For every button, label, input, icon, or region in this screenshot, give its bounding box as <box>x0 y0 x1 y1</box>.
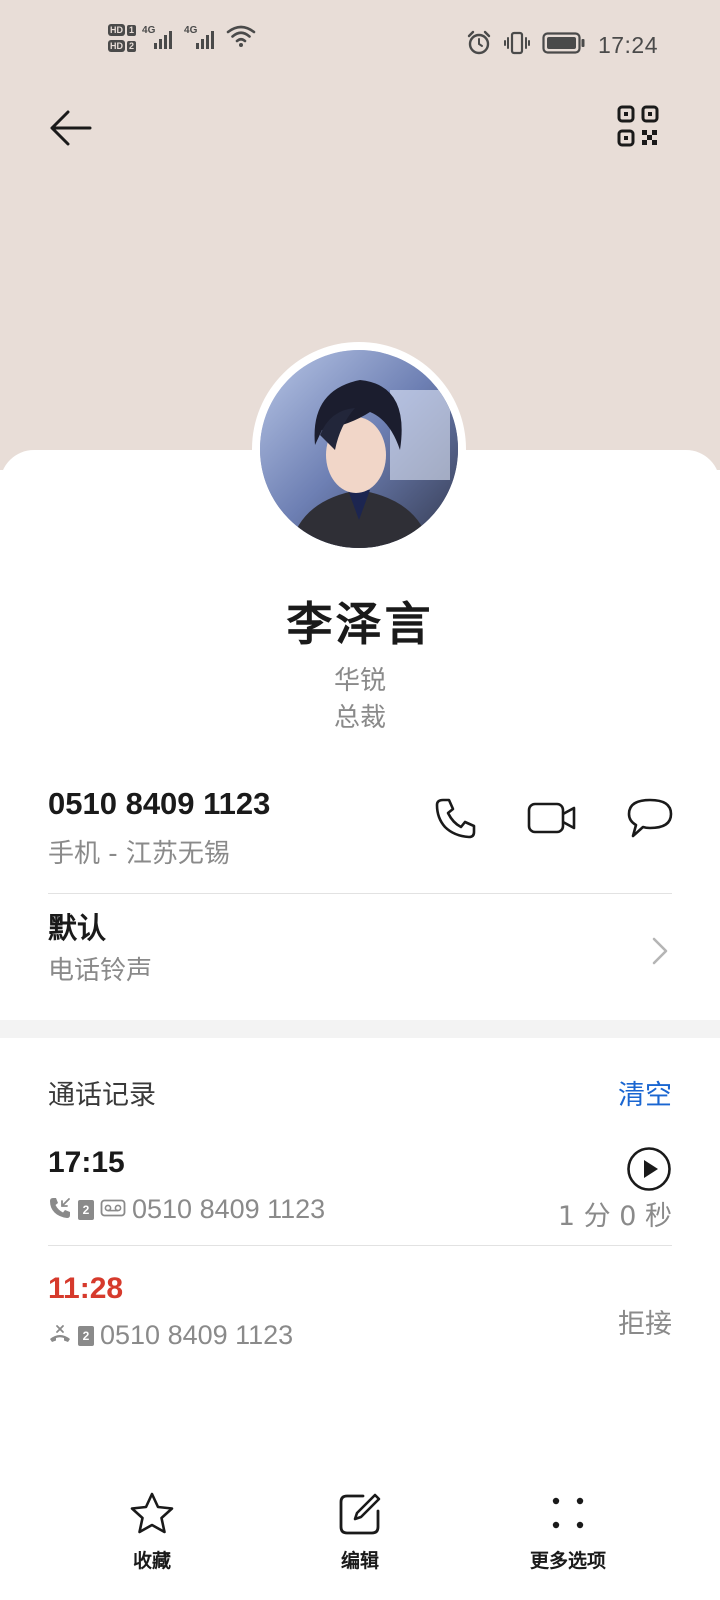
play-recording-button[interactable] <box>626 1146 672 1192</box>
incoming-call-icon <box>48 1196 72 1224</box>
divider <box>48 893 672 894</box>
video-call-button[interactable] <box>527 796 577 844</box>
sim-card-badge: 2 <box>78 1325 94 1346</box>
call-time: 11:28 <box>48 1272 124 1305</box>
status-bar: HD 1 HD 2 4G 4G 17:24 <box>0 0 720 90</box>
vibrate-icon <box>503 30 530 60</box>
star-icon <box>128 1490 176 1538</box>
call-log-item[interactable]: 11:28 2 0510 8409 1123 拒接 <box>48 1272 672 1372</box>
contact-company: 华锐 <box>333 666 386 696</box>
video-call-icon <box>527 800 577 840</box>
avatar-image <box>260 350 458 548</box>
call-button[interactable] <box>432 796 480 844</box>
call-duration: 1 分 0 秒 <box>557 1201 672 1232</box>
chevron-right-icon <box>648 931 672 971</box>
signal-strength-icon: 4G <box>142 25 178 51</box>
call-details: 2 0510 8409 1123 <box>48 1194 325 1225</box>
edit-label: 编辑 <box>340 1550 379 1572</box>
contact-name: 李泽言 <box>286 597 434 651</box>
edit-icon <box>336 1490 384 1538</box>
back-arrow-icon <box>48 108 92 152</box>
call-log-item[interactable]: 17:15 2 0510 8409 1123 1 分 0 秒 <box>48 1146 672 1246</box>
message-button[interactable] <box>626 796 674 844</box>
hd-badge-sim2: HD 2 <box>108 40 137 52</box>
hd-badge-sim1: HD 1 <box>108 24 137 36</box>
sim-slot-number: 2 <box>127 40 137 52</box>
battery-icon <box>542 31 586 59</box>
qr-code-icon <box>617 105 659 151</box>
call-number: 0510 8409 1123 <box>132 1194 326 1224</box>
ringtone-value: 默认 <box>48 911 107 945</box>
more-dots-icon <box>544 1490 592 1538</box>
favorite-label: 收藏 <box>132 1550 171 1572</box>
hd-label: HD <box>108 40 125 52</box>
call-number: 0510 8409 1123 <box>100 1320 294 1350</box>
more-options-button[interactable]: 更多选项 <box>498 1490 638 1573</box>
call-history-title: 通话记录 <box>48 1080 156 1111</box>
qr-code-button[interactable] <box>614 104 662 152</box>
sim-slot-number: 1 <box>127 24 137 36</box>
voicemail-recording-icon <box>100 1196 126 1224</box>
hd-badges: HD 1 HD 2 <box>108 24 137 52</box>
wifi-icon <box>226 24 256 52</box>
rejected-call-icon <box>48 1322 72 1350</box>
section-separator <box>0 1020 720 1038</box>
bottom-action-bar: 收藏 编辑 更多选项 <box>0 1490 720 1600</box>
phone-number[interactable]: 0510 8409 1123 <box>48 786 270 822</box>
more-options-label: 更多选项 <box>529 1550 606 1572</box>
contact-avatar[interactable] <box>252 342 466 556</box>
call-status: 拒接 <box>618 1309 672 1340</box>
ringtone-row[interactable]: 默认 电话铃声 <box>48 905 672 995</box>
network-indicators: HD 1 HD 2 4G 4G <box>108 24 256 52</box>
sim-card-badge: 2 <box>78 1199 94 1220</box>
system-indicators: 17:24 <box>466 30 658 60</box>
alarm-icon <box>466 30 492 60</box>
message-icon <box>627 796 673 844</box>
contact-job-title: 总裁 <box>333 703 386 733</box>
back-button[interactable] <box>44 104 96 156</box>
call-time: 17:15 <box>48 1146 125 1179</box>
call-history-header: 通话记录 清空 <box>48 1073 672 1113</box>
call-details: 2 0510 8409 1123 <box>48 1320 293 1351</box>
edit-button[interactable]: 编辑 <box>290 1490 430 1573</box>
clock: 17:24 <box>597 31 658 58</box>
ringtone-label: 电话铃声 <box>48 956 153 986</box>
clear-history-button[interactable]: 清空 <box>618 1073 672 1112</box>
hd-label: HD <box>108 24 125 36</box>
signal-strength-icon: 4G <box>184 25 220 51</box>
phone-number-row[interactable]: 0510 8409 1123 手机 - 江苏无锡 <box>48 786 674 882</box>
favorite-button[interactable]: 收藏 <box>82 1490 222 1573</box>
divider <box>48 1245 672 1246</box>
phone-type-location: 手机 - 江苏无锡 <box>48 839 230 869</box>
phone-icon <box>434 796 478 844</box>
